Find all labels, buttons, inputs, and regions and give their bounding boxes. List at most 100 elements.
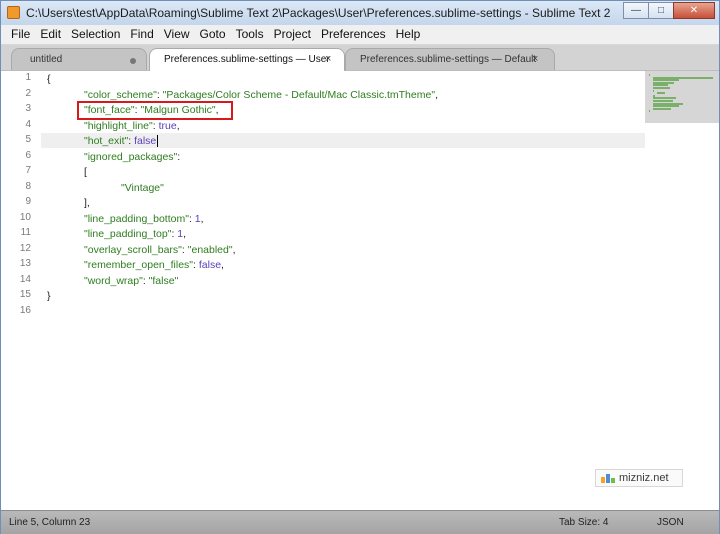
line-number: 9: [25, 196, 31, 207]
minimap-line: [653, 107, 671, 110]
line-number: 7: [25, 165, 31, 176]
text-cursor: [157, 135, 159, 148]
line-number: 15: [19, 289, 31, 300]
watermark: mizniz.net: [595, 469, 683, 487]
code-line: "word_wrap": "false": [84, 274, 178, 289]
menu-edit[interactable]: Edit: [35, 25, 66, 44]
sublime-window: C:\Users\test\AppData\Roaming\Sublime Te…: [0, 0, 720, 534]
code-token: "overlay_scroll_bars": [84, 243, 182, 256]
line-number: 5: [25, 134, 31, 145]
code-token: ,: [183, 228, 187, 240]
tab-untitled[interactable]: untitled: [11, 48, 147, 70]
code-line: "Vintage": [121, 181, 164, 196]
code-token: ,: [221, 259, 224, 271]
mizniz-logo-icon: [601, 474, 615, 483]
code-line: "line_padding_bottom": 1,: [84, 212, 204, 227]
menu-help[interactable]: Help: [391, 25, 426, 44]
code-line: {: [47, 72, 51, 87]
code-token: "hot_exit": [84, 135, 129, 147]
minimap-line: [653, 89, 654, 92]
line-number: 14: [19, 273, 31, 285]
menu-selection[interactable]: Selection: [66, 25, 125, 44]
code-line: "hot_exit": false: [84, 134, 159, 149]
menu-view[interactable]: View: [159, 25, 195, 44]
line-number: 6: [25, 149, 31, 161]
code-token: "line_padding_top": [84, 228, 172, 240]
code-view[interactable]: { "color_scheme": "Packages/Color Scheme …: [47, 71, 645, 509]
close-tab-icon[interactable]: ×: [532, 53, 538, 65]
minimap[interactable]: [645, 71, 719, 123]
code-token: "enabled": [187, 243, 233, 256]
code-token: true: [158, 119, 177, 132]
maximize-button[interactable]: □: [648, 2, 674, 19]
tab-bar: untitled Preferences.sublime-settings — …: [1, 45, 719, 71]
menu-project[interactable]: Project: [269, 25, 316, 44]
menu-goto[interactable]: Goto: [195, 25, 231, 44]
code-line: "ignored_packages":: [84, 150, 180, 165]
tab-label: Preferences.sublime-settings — User: [164, 54, 330, 65]
code-token: {: [47, 73, 51, 85]
code-line: "line_padding_top": 1,: [84, 227, 186, 242]
code-token: ],: [84, 197, 90, 209]
line-number: 8: [25, 180, 31, 192]
editor-area[interactable]: 1 2 3 4 5 6 7 8 9 10 11 12 13 14 15 16 {"color_scheme":…: [1, 71, 719, 509]
tab-preferences-default[interactable]: Preferences.sublime-settings — Default ×: [345, 48, 555, 70]
line-number: 4: [25, 118, 31, 130]
menu-bar: File Edit Selection Find View Goto Tools…: [1, 25, 719, 45]
code-line: "overlay_scroll_bars": "enabled",: [84, 243, 236, 258]
menu-find[interactable]: Find: [125, 25, 158, 44]
highlight-box-font-face: [77, 101, 233, 120]
code-line: "remember_open_files": false,: [84, 258, 224, 273]
line-number: 2: [25, 87, 31, 99]
code-token: :: [177, 150, 181, 163]
code-token: ,: [435, 88, 438, 101]
code-line: "highlight_line": true,: [84, 119, 180, 134]
window-controls: — □ ✕: [623, 2, 715, 19]
close-window-button[interactable]: ✕: [673, 2, 715, 19]
tab-label: untitled: [30, 54, 63, 65]
code-token: [: [84, 166, 87, 178]
watermark-text: mizniz.net: [619, 472, 669, 484]
code-token: "highlight_line": [84, 119, 153, 132]
menu-tools[interactable]: Tools: [231, 25, 269, 44]
code-line: ],: [84, 196, 90, 211]
sublime-app-icon: [7, 6, 20, 19]
code-token: false: [198, 259, 222, 271]
code-token: ,: [176, 119, 180, 132]
minimize-button[interactable]: —: [623, 2, 649, 19]
menu-file[interactable]: File: [6, 25, 35, 44]
code-token: ,: [200, 212, 204, 225]
code-token: "false": [148, 274, 179, 287]
code-token: "Packages/Color Scheme - Default/Mac Cla…: [162, 88, 436, 101]
title-bar[interactable]: C:\Users\test\AppData\Roaming\Sublime Te…: [1, 1, 719, 26]
modified-dot-icon[interactable]: [130, 58, 136, 64]
line-number: 12: [19, 242, 31, 254]
line-number: 10: [19, 211, 31, 223]
line-number-gutter: 1 2 3 4 5 6 7 8 9 10 11 12 13 14 15 16: [1, 71, 39, 509]
code-line: }: [47, 289, 51, 304]
cursor-position: Line 5, Column 23: [9, 517, 91, 528]
code-token: "word_wrap": [84, 274, 143, 287]
code-token: ,: [232, 243, 236, 256]
code-token: false: [134, 135, 157, 147]
code-token: }: [47, 290, 51, 302]
line-number: 11: [20, 227, 31, 238]
code-token: "color_scheme": [84, 88, 157, 101]
tab-preferences-user[interactable]: Preferences.sublime-settings — User ×: [149, 48, 345, 71]
code-line: [: [84, 165, 87, 180]
tab-size-selector[interactable]: Tab Size: 4: [559, 517, 608, 528]
menu-preferences[interactable]: Preferences: [316, 25, 391, 44]
code-token: "ignored_packages": [84, 150, 178, 163]
syntax-selector[interactable]: JSON: [657, 517, 684, 528]
minimap-line: [649, 74, 650, 76]
code-token: "line_padding_bottom": [84, 212, 189, 225]
close-tab-icon[interactable]: ×: [325, 53, 331, 65]
window-title: C:\Users\test\AppData\Roaming\Sublime Te…: [26, 6, 611, 20]
code-token: "remember_open_files": [84, 259, 194, 271]
tab-label: Preferences.sublime-settings — Default: [360, 54, 537, 65]
minimap-line: [649, 110, 650, 113]
line-number: 3: [25, 103, 31, 114]
minimap-line: [653, 87, 671, 89]
status-bar: Line 5, Column 23 Tab Size: 4 JSON: [1, 510, 719, 534]
minimap-line: [657, 92, 666, 95]
